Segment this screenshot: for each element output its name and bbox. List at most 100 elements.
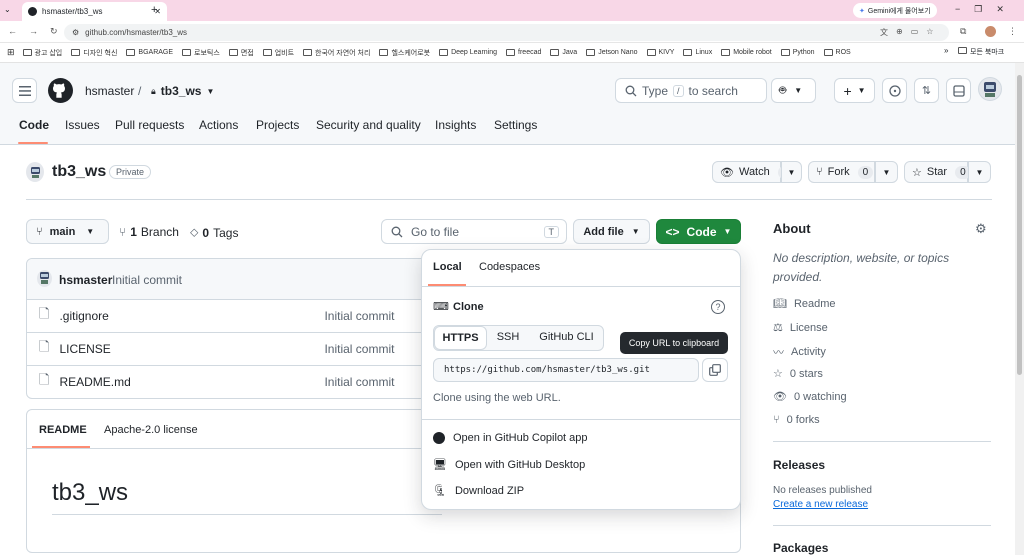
minimize-icon[interactable]: − bbox=[955, 4, 960, 15]
pull-requests-icon[interactable]: ⇅ bbox=[914, 78, 939, 103]
browser-menu-icon[interactable]: ⋮ bbox=[1008, 26, 1017, 37]
inbox-icon[interactable] bbox=[946, 78, 971, 103]
bookmark-star-icon[interactable]: ☆ bbox=[926, 27, 933, 38]
user-avatar[interactable] bbox=[978, 77, 1002, 101]
all-bookmarks[interactable]: 모든 북마크 bbox=[958, 47, 1004, 57]
watching-link[interactable]: 👁︎ 0 watching bbox=[773, 390, 847, 404]
watch-dropdown-caret-icon[interactable]: ▼ bbox=[781, 161, 802, 183]
bookmark-item[interactable]: 광고 삽입 bbox=[22, 48, 62, 58]
browser-tab[interactable]: hsmaster/tb3_ws ✕ bbox=[22, 2, 167, 21]
bookmark-item[interactable]: 면접 bbox=[228, 48, 254, 58]
tab-insights[interactable]: Insights bbox=[435, 118, 476, 132]
commit-message[interactable]: Initial commit bbox=[112, 273, 182, 287]
bookmark-item[interactable]: Java bbox=[550, 49, 577, 56]
window-close-icon[interactable]: ✕ bbox=[996, 4, 1004, 15]
bookmark-item[interactable]: Jetson Nano bbox=[586, 49, 638, 56]
address-bar[interactable]: ⚙ github.com/hsmaster/tb3_ws bbox=[64, 24, 949, 41]
open-desktop[interactable]: 🖥︎ Open with GitHub Desktop bbox=[433, 458, 585, 472]
bookmark-item[interactable]: 한국어 자연어 처리 bbox=[303, 48, 370, 58]
tab-code[interactable]: Code bbox=[19, 118, 49, 132]
about-settings-gear-icon[interactable]: ⚙ bbox=[975, 221, 987, 237]
watch-button[interactable]: 👁︎ Watch 0 bbox=[712, 161, 794, 183]
translate-icon[interactable]: 文 bbox=[880, 27, 888, 38]
tab-projects[interactable]: Projects bbox=[256, 118, 299, 132]
file-name[interactable]: README.md bbox=[59, 375, 324, 389]
issues-icon[interactable] bbox=[882, 78, 907, 103]
readme-link[interactable]: 📖︎ Readme bbox=[773, 297, 836, 311]
bookmark-item[interactable]: freecad bbox=[506, 49, 541, 56]
bookmark-item[interactable]: Mobile robot bbox=[721, 49, 772, 56]
github-logo-icon[interactable] bbox=[48, 78, 73, 103]
fork-dropdown-caret-icon[interactable]: ▼ bbox=[875, 161, 898, 183]
file-commit-message[interactable]: Initial commit bbox=[324, 342, 394, 356]
proto-https[interactable]: HTTPS bbox=[434, 326, 487, 350]
stars-link[interactable]: ☆ 0 stars bbox=[773, 367, 823, 381]
branch-select-button[interactable]: ⑂ main ▼ bbox=[26, 219, 109, 244]
more-bookmarks-chevron-icon[interactable]: » bbox=[944, 46, 948, 55]
tags-link[interactable]: ⬦ 0 Tags bbox=[190, 225, 238, 240]
bookmark-item[interactable]: Python bbox=[780, 49, 815, 56]
clone-url-input[interactable]: https://github.com/hsmaster/tb3_ws.git bbox=[433, 358, 699, 382]
bookmark-item[interactable]: KIVY bbox=[646, 49, 674, 56]
profile-avatar[interactable] bbox=[985, 26, 996, 37]
bookmark-item[interactable]: 헬스케어로봇 bbox=[379, 48, 430, 58]
tab-pull-requests[interactable]: Pull requests bbox=[115, 118, 184, 132]
tab-actions[interactable]: Actions bbox=[199, 118, 238, 132]
bookmark-item[interactable]: ROS bbox=[823, 49, 851, 56]
zoom-icon[interactable]: ⊕ bbox=[896, 27, 903, 38]
proto-cli[interactable]: GitHub CLI bbox=[529, 331, 604, 343]
bookmark-item[interactable]: BGARAGE bbox=[126, 49, 173, 56]
tab-codespaces[interactable]: Codespaces bbox=[479, 261, 540, 273]
releases-title[interactable]: Releases bbox=[773, 458, 825, 472]
copilot-button[interactable]: 🤖︎ ▼ bbox=[771, 78, 816, 103]
global-search-input[interactable]: Type / to search bbox=[615, 78, 767, 103]
tab-readme[interactable]: README bbox=[39, 424, 87, 436]
tab-issues[interactable]: Issues bbox=[65, 118, 100, 132]
file-commit-message[interactable]: Initial commit bbox=[324, 375, 394, 389]
cast-icon[interactable]: ▭ bbox=[911, 27, 919, 38]
open-copilot-app[interactable]: Open in GitHub Copilot app bbox=[433, 432, 588, 444]
packages-title[interactable]: Packages bbox=[773, 541, 828, 555]
commit-author[interactable]: hsmaster bbox=[59, 273, 112, 287]
bookmark-item[interactable]: 디자인 혁신 bbox=[71, 48, 117, 58]
bookmark-item[interactable]: 업비트 bbox=[262, 48, 294, 58]
create-new-button[interactable]: + ▼ bbox=[834, 78, 875, 103]
add-file-button[interactable]: Add file ▼ bbox=[573, 219, 650, 244]
site-info-icon[interactable]: ⚙ bbox=[72, 28, 79, 37]
go-to-file-input[interactable]: Go to file T bbox=[381, 219, 567, 244]
tab-settings[interactable]: Settings bbox=[494, 118, 537, 132]
download-zip[interactable]: 🗜︎ Download ZIP bbox=[433, 484, 524, 498]
license-link[interactable]: ⚖ License bbox=[773, 321, 828, 335]
copy-url-button[interactable] bbox=[702, 358, 728, 382]
apps-grid-icon[interactable]: ⊞ bbox=[7, 47, 15, 58]
create-release-link[interactable]: Create a new release bbox=[773, 499, 868, 510]
reload-icon[interactable]: ↻ bbox=[50, 26, 58, 37]
fork-button[interactable]: ⑂ Fork 0 bbox=[808, 161, 875, 183]
extensions-icon[interactable]: ⧉ bbox=[960, 26, 966, 37]
repo-title[interactable]: tb3_ws bbox=[52, 163, 106, 181]
forward-arrow-icon[interactable]: → bbox=[29, 26, 38, 37]
new-tab-plus-icon[interactable]: + bbox=[151, 4, 157, 16]
tab-license[interactable]: Apache-2.0 license bbox=[104, 424, 198, 436]
proto-ssh[interactable]: SSH bbox=[489, 331, 527, 343]
star-button[interactable]: ☆ Star 0 bbox=[904, 161, 971, 183]
hamburger-menu-button[interactable] bbox=[12, 78, 37, 103]
owner-link[interactable]: hsmaster bbox=[85, 84, 134, 98]
file-name[interactable]: .gitignore bbox=[59, 309, 324, 323]
file-name[interactable]: LICENSE bbox=[59, 342, 324, 356]
repo-breadcrumb[interactable]: 🔒︎ tb3_ws ▼ bbox=[151, 84, 214, 98]
code-button[interactable]: <> Code ▼ bbox=[656, 219, 741, 244]
bookmark-item[interactable]: Linux bbox=[683, 49, 712, 56]
maximize-icon[interactable]: ❐ bbox=[974, 4, 982, 15]
tab-security-and-quality[interactable]: Security and quality bbox=[316, 118, 421, 132]
branches-link[interactable]: ⑂ 1 Branch bbox=[119, 225, 179, 239]
scrollbar-thumb[interactable] bbox=[1017, 75, 1022, 375]
bookmark-item[interactable]: 로보틱스 bbox=[182, 48, 220, 58]
gemini-button[interactable]: ✦ Gemini에게 물어보기 bbox=[853, 3, 937, 18]
file-commit-message[interactable]: Initial commit bbox=[324, 309, 394, 323]
star-dropdown-caret-icon[interactable]: ▼ bbox=[968, 161, 991, 183]
bookmark-item[interactable]: Deep Learning bbox=[439, 49, 497, 56]
tab-local[interactable]: Local bbox=[433, 261, 462, 273]
back-arrow-icon[interactable]: ← bbox=[8, 26, 17, 37]
tab-list-chevron-icon[interactable]: ⌄ bbox=[4, 5, 11, 14]
